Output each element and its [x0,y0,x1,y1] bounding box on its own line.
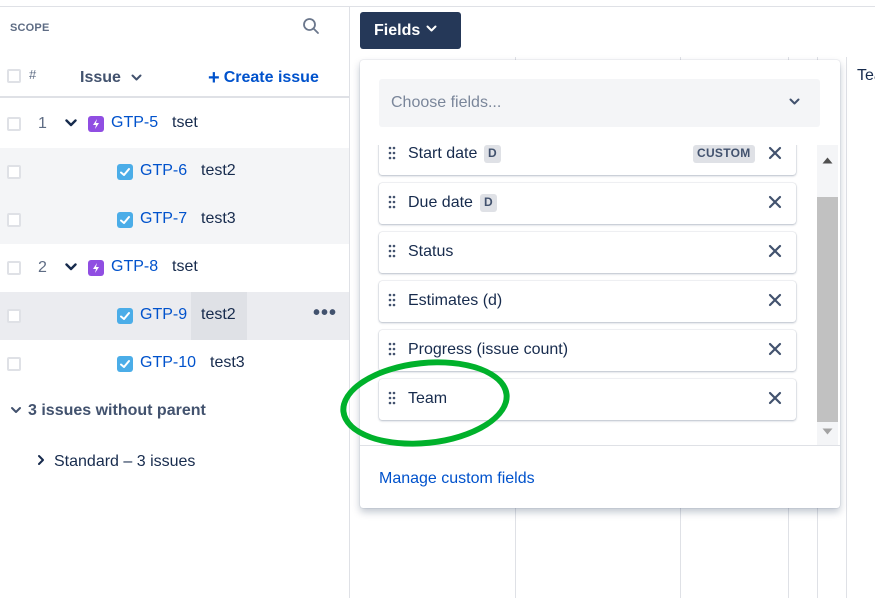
chevron-right-icon [38,455,44,465]
issue-key[interactable]: GTP-8 [111,258,158,276]
row-checkbox[interactable] [7,165,21,179]
field-label: Team [408,390,448,407]
field-label: Start date [408,145,478,162]
field-type-badge: D [480,194,497,212]
top-border [0,0,875,7]
issue-key[interactable]: GTP-9 [140,306,187,324]
epic-icon [88,116,104,132]
fields-dropdown: Choose fields... Start date D CUSTOM Due… [360,60,840,508]
drag-handle-icon[interactable] [388,195,396,209]
close-icon[interactable] [768,342,782,356]
scrollbar-thumb[interactable] [817,197,838,422]
issue-key[interactable]: GTP-5 [111,114,158,132]
scroll-down-arrow-icon[interactable] [822,428,833,435]
row-number: 2 [38,259,47,276]
task-icon [117,212,133,228]
close-icon[interactable] [768,293,782,307]
table-row[interactable]: GTP-10 test3 [0,340,349,388]
close-icon[interactable] [768,391,782,405]
timeline-gridline [846,57,847,598]
table-row[interactable]: 1 GTP-5 tset [0,100,349,148]
table-row[interactable]: GTP-6 test2 [0,148,349,196]
scope-panel: SCOPE # Issue + Create issue 1 GTP-5 tset… [0,7,350,598]
group-label: 3 issues without parent [28,402,206,419]
fields-button-label: Fields [374,22,421,39]
standard-subgroup[interactable]: Standard – 3 issues [37,453,195,471]
issue-summary: test3 [201,210,236,227]
task-icon [117,164,133,180]
column-team-partial: Tea [857,67,875,84]
column-rank: # [29,67,37,82]
column-issue[interactable]: Issue [80,69,121,87]
chevron-down-icon[interactable] [65,119,77,128]
row-checkbox[interactable] [7,309,21,323]
chevron-down-icon[interactable] [131,74,142,82]
task-icon [117,308,133,324]
drag-handle-icon[interactable] [388,391,396,405]
drag-handle-icon[interactable] [388,244,396,258]
field-item-team[interactable]: Team [379,379,796,420]
plus-icon: + [208,67,220,89]
more-actions-button[interactable]: ••• [313,302,337,325]
dropdown-divider [360,445,840,446]
chevron-down-icon [11,407,21,413]
table-row[interactable]: GTP-9 test2 ••• [0,292,349,340]
choose-fields-placeholder: Choose fields... [391,94,502,111]
create-issue-button[interactable]: + Create issue [208,67,319,90]
issue-summary: tset [172,114,198,131]
field-item-progress[interactable]: Progress (issue count) [379,330,796,371]
issue-summary: tset [172,258,198,275]
field-label: Estimates (d) [408,292,503,309]
drag-handle-icon[interactable] [388,146,396,160]
issues-without-parent-group[interactable]: 3 issues without parent [10,402,206,420]
field-label: Progress (issue count) [408,341,569,358]
chevron-down-icon [426,25,437,32]
chevron-down-icon[interactable] [65,263,77,272]
drag-handle-icon[interactable] [388,293,396,307]
field-item-estimates[interactable]: Estimates (d) [379,281,796,322]
issue-key[interactable]: GTP-7 [140,210,187,228]
field-item-due-date[interactable]: Due date D [379,183,796,224]
field-item-start-date[interactable]: Start date D CUSTOM [379,145,796,175]
scroll-up-arrow-icon[interactable] [822,157,833,164]
field-label: Due date [408,194,473,211]
chevron-down-icon[interactable] [789,98,800,106]
task-icon [117,356,133,372]
row-checkbox[interactable] [7,357,21,371]
row-number: 1 [38,115,47,132]
row-checkbox[interactable] [7,261,21,275]
row-checkbox[interactable] [7,213,21,227]
issue-key[interactable]: GTP-10 [140,354,196,372]
issue-summary[interactable]: test2 [201,306,236,324]
field-label: Status [408,243,454,260]
issue-summary: test3 [210,354,245,371]
fields-scrollbar[interactable] [817,145,838,445]
issue-summary: test2 [201,162,236,179]
select-all-checkbox[interactable] [7,69,21,83]
table-row[interactable]: 2 GTP-8 tset [0,244,349,292]
row-checkbox[interactable] [7,117,21,131]
field-type-badge: D [484,145,501,163]
scope-label: SCOPE [10,22,50,34]
subgroup-label: Standard – 3 issues [54,453,196,470]
choose-fields-select[interactable]: Choose fields... [379,79,820,127]
custom-badge: CUSTOM [693,145,755,163]
epic-icon [88,260,104,276]
column-header: # Issue + Create issue [0,57,349,98]
search-icon[interactable] [302,17,320,35]
close-icon[interactable] [768,146,782,160]
issue-key[interactable]: GTP-6 [140,162,187,180]
close-icon[interactable] [768,244,782,258]
close-icon[interactable] [768,195,782,209]
drag-handle-icon[interactable] [388,342,396,356]
field-item-status[interactable]: Status [379,232,796,273]
table-row[interactable]: GTP-7 test3 [0,196,349,244]
manage-custom-fields-link[interactable]: Manage custom fields [379,470,535,488]
fields-button[interactable]: Fields [360,12,461,49]
fields-list: Start date D CUSTOM Due date D Status Es… [360,145,840,445]
create-issue-label: Create issue [223,69,319,86]
